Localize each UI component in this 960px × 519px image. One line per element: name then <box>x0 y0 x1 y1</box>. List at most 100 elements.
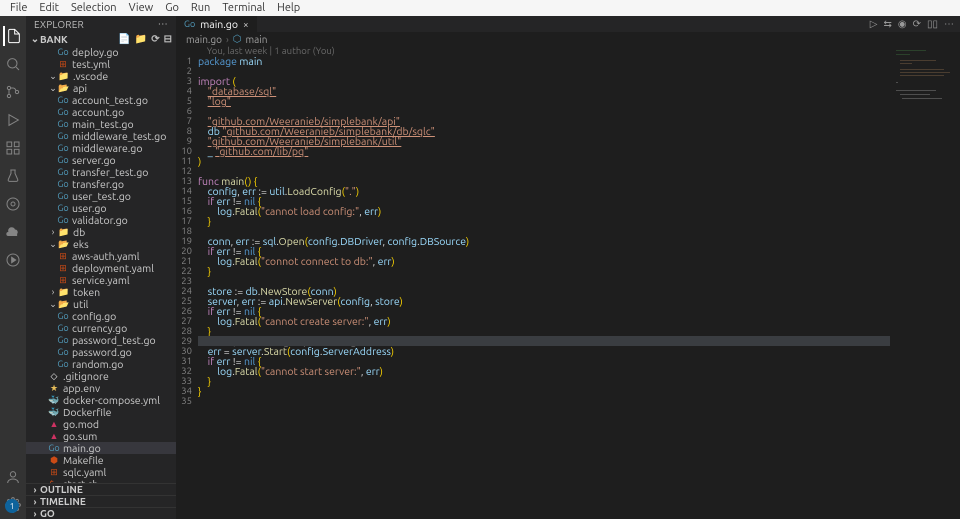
run-debug-icon[interactable] <box>3 110 23 130</box>
play-circle-icon[interactable] <box>3 250 23 270</box>
code-line[interactable]: "database/sql" <box>198 86 960 96</box>
split-icon[interactable]: ▯▯ <box>927 18 938 30</box>
code-line[interactable]: server, err := api.NewServer(config, sto… <box>198 296 960 306</box>
menu-terminal[interactable]: Terminal <box>216 2 271 14</box>
file-app-env[interactable]: ★app.env <box>26 382 176 394</box>
close-icon[interactable]: × <box>243 19 249 30</box>
code-line[interactable]: import ( <box>198 76 960 86</box>
code-line[interactable] <box>198 66 960 76</box>
file-validator-go[interactable]: Govalidator.go <box>26 214 176 226</box>
minimap[interactable] <box>890 46 960 216</box>
git-icon[interactable]: ◉ <box>898 18 907 30</box>
breadcrumb[interactable]: main.go › ⬡ main <box>176 32 960 46</box>
code-line[interactable] <box>198 166 960 176</box>
code-line[interactable]: log.Fatal("cannot start server:", err) <box>198 366 960 376</box>
menu-edit[interactable]: Edit <box>33 2 65 14</box>
folder-db[interactable]: ›📁db <box>26 226 176 238</box>
file-Dockerfile[interactable]: 🐳Dockerfile <box>26 406 176 418</box>
cloud-icon[interactable] <box>3 222 23 242</box>
file-currency-go[interactable]: Gocurrency.go <box>26 322 176 334</box>
file--gitignore[interactable]: ◇.gitignore <box>26 370 176 382</box>
file-main-go[interactable]: Gomain.go <box>26 442 176 454</box>
folder-eks[interactable]: ⌄📂eks <box>26 238 176 250</box>
file-Makefile[interactable]: ⬢Makefile <box>26 454 176 466</box>
file-sqlc-yaml[interactable]: ⊞sqlc.yaml <box>26 466 176 478</box>
file-config-go[interactable]: Goconfig.go <box>26 310 176 322</box>
go-section[interactable]: ›GO <box>26 507 176 519</box>
code-editor[interactable]: 1234567891011121314151617181920212223242… <box>176 46 960 519</box>
code-line[interactable]: err = server.Start(config.ServerAddress) <box>198 346 960 356</box>
file-test-yml[interactable]: ⊞test.yml <box>26 58 176 70</box>
menu-run[interactable]: Run <box>185 2 216 14</box>
code-line[interactable]: ) <box>198 156 960 166</box>
file-docker-compose-yml[interactable]: 🐳docker-compose.yml <box>26 394 176 406</box>
code-line[interactable] <box>198 396 960 406</box>
code-lines[interactable]: You, last week | 1 author (You)package m… <box>198 46 960 519</box>
file-transfer_test-go[interactable]: Gotransfer_test.go <box>26 166 176 178</box>
file-user_test-go[interactable]: Gouser_test.go <box>26 190 176 202</box>
folder--vscode[interactable]: ⌄📁.vscode <box>26 70 176 82</box>
code-line[interactable]: log.Fatal("connot connect to db:", err) <box>198 256 960 266</box>
run-icon[interactable]: ▷ <box>870 18 878 30</box>
code-line[interactable]: } <box>198 386 960 396</box>
code-line[interactable]: conn, err := sql.Open(config.DBDriver, c… <box>198 236 960 246</box>
folder-api[interactable]: ⌄📂api <box>26 82 176 94</box>
file-password-go[interactable]: Gopassword.go <box>26 346 176 358</box>
menu-view[interactable]: View <box>123 2 160 14</box>
code-line[interactable]: log.Fatal("cannot load config:", err) <box>198 206 960 216</box>
file-account-go[interactable]: Goaccount.go <box>26 106 176 118</box>
folder-util[interactable]: ⌄📂util <box>26 298 176 310</box>
file-aws-auth-yaml[interactable]: ⊞aws-auth.yaml <box>26 250 176 262</box>
code-line[interactable]: package main <box>198 56 960 66</box>
accounts-icon[interactable] <box>3 467 23 487</box>
file-server-go[interactable]: Goserver.go <box>26 154 176 166</box>
file-password_test-go[interactable]: Gopassword_test.go <box>26 334 176 346</box>
extensions-icon[interactable] <box>3 138 23 158</box>
code-line[interactable]: "github.com/Weeranieb/simplebank/util" <box>198 136 960 146</box>
code-line[interactable]: } <box>198 266 960 276</box>
menu-file[interactable]: File <box>4 2 33 14</box>
file-user-go[interactable]: Gouser.go <box>26 202 176 214</box>
tab-main-go[interactable]: Go main.go × <box>176 16 257 32</box>
file-go-mod[interactable]: ▲go.mod <box>26 418 176 430</box>
file-middleware_test-go[interactable]: Gomiddleware_test.go <box>26 130 176 142</box>
menu-go[interactable]: Go <box>159 2 185 14</box>
explorer-icon[interactable] <box>3 26 23 46</box>
file-middleware-go[interactable]: Gomiddleware.go <box>26 142 176 154</box>
code-line[interactable]: "log" <box>198 96 960 106</box>
refresh-icon[interactable]: ⟳ <box>913 18 921 30</box>
gitlens-icon[interactable] <box>3 194 23 214</box>
file-random-go[interactable]: Gorandom.go <box>26 358 176 370</box>
compare-icon[interactable]: ⇆ <box>883 18 891 30</box>
breadcrumb-symbol[interactable]: main <box>246 34 268 45</box>
search-icon[interactable] <box>3 54 23 74</box>
collapse-icon[interactable]: ⊟ <box>164 33 172 45</box>
project-header[interactable]: ⌄ BANK 📄 📁 ⟳ ⊟ <box>26 32 176 46</box>
outline-section[interactable]: ›OUTLINE <box>26 483 176 495</box>
more-icon[interactable]: ⋯ <box>944 18 954 30</box>
menu-selection[interactable]: Selection <box>65 2 123 14</box>
code-line[interactable]: } <box>198 376 960 386</box>
code-line[interactable]: log.Fatal("cannot create server:", err) <box>198 316 960 326</box>
file-transfer-go[interactable]: Gotransfer.go <box>26 178 176 190</box>
file-main_test-go[interactable]: Gomain_test.go <box>26 118 176 130</box>
file-go-sum[interactable]: ▲go.sum <box>26 430 176 442</box>
testing-icon[interactable] <box>3 166 23 186</box>
code-line[interactable]: _ "github.com/lib/pq" <box>198 146 960 156</box>
source-control-icon[interactable] <box>3 82 23 102</box>
folder-token[interactable]: ›📁token <box>26 286 176 298</box>
file-deploy-go[interactable]: Godeploy.go <box>26 46 176 58</box>
sidebar-more-icon[interactable]: ⋯ <box>158 18 168 30</box>
refresh-icon[interactable]: ⟳ <box>151 33 159 45</box>
settings-icon[interactable]: 1 <box>3 495 23 515</box>
code-line[interactable]: } <box>198 216 960 226</box>
timeline-section[interactable]: ›TIMELINE <box>26 495 176 507</box>
new-folder-icon[interactable]: 📁 <box>135 33 147 45</box>
menu-help[interactable]: Help <box>271 2 306 14</box>
new-file-icon[interactable]: 📄 <box>118 33 130 45</box>
code-line[interactable]: config, err := util.LoadConfig(".") <box>198 186 960 196</box>
file-account_test-go[interactable]: Goaccount_test.go <box>26 94 176 106</box>
file-service-yaml[interactable]: ⊞service.yaml <box>26 274 176 286</box>
file-deployment-yaml[interactable]: ⊞deployment.yaml <box>26 262 176 274</box>
breadcrumb-file[interactable]: main.go <box>186 34 222 45</box>
